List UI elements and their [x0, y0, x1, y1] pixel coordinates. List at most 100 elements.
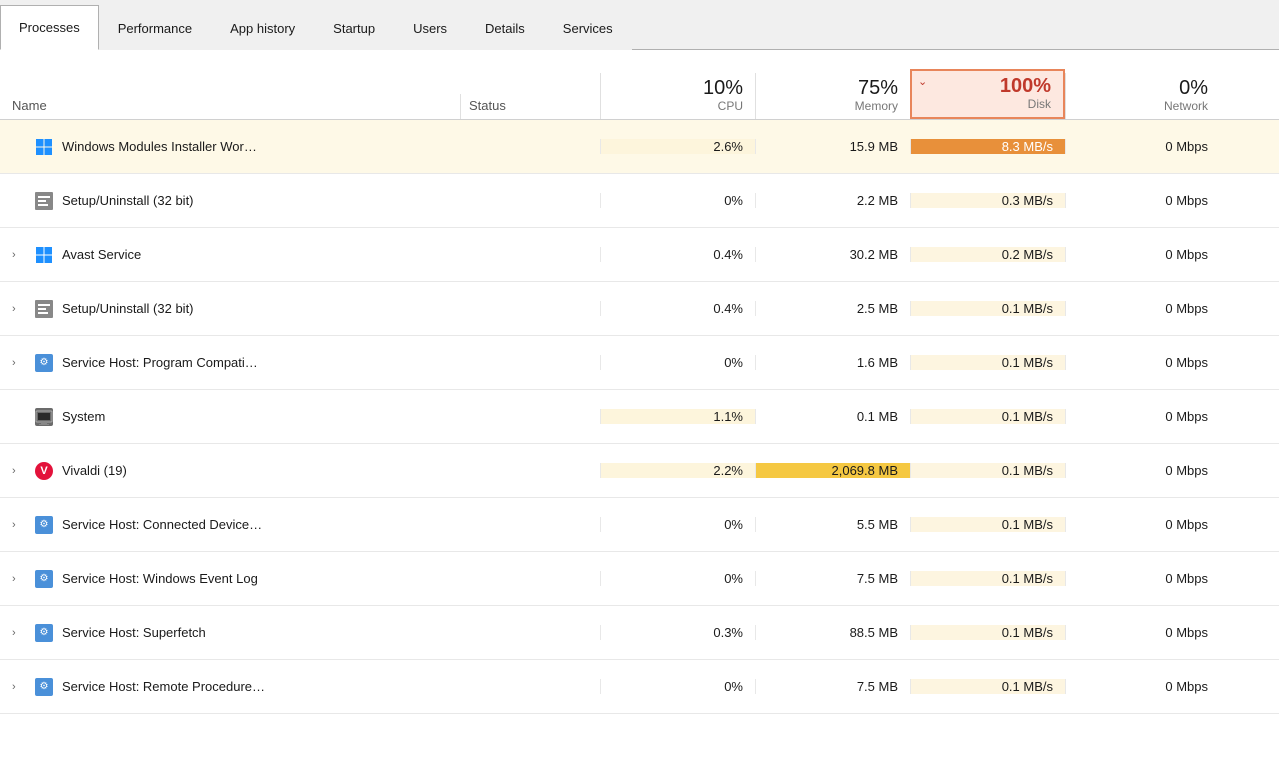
- cell-memory: 88.5 MB: [755, 625, 910, 640]
- table-row[interactable]: › ⚙ Service Host: Superfetch 0.3% 88.5 M…: [0, 606, 1279, 660]
- cell-network: 0 Mbps: [1065, 139, 1220, 154]
- cell-cpu: 0%: [600, 571, 755, 586]
- process-name: Windows Modules Installer Wor…: [62, 139, 257, 154]
- process-name: System: [62, 409, 105, 424]
- expand-arrow[interactable]: ›: [12, 357, 26, 369]
- table-row[interactable]: Windows Modules Installer Wor… 2.6% 15.9…: [0, 120, 1279, 174]
- gear-icon: ⚙: [35, 624, 53, 642]
- cell-cpu: 0%: [600, 517, 755, 532]
- table-row[interactable]: › ⚙ Service Host: Remote Procedure… 0% 7…: [0, 660, 1279, 714]
- cell-cpu: 0%: [600, 679, 755, 694]
- cell-network: 0 Mbps: [1065, 247, 1220, 262]
- process-icon: ⚙: [34, 353, 54, 373]
- tab-startup[interactable]: Startup: [314, 5, 394, 50]
- cell-cpu: 2.6%: [600, 139, 755, 154]
- expand-arrow[interactable]: ›: [12, 519, 26, 531]
- cell-network: 0 Mbps: [1065, 301, 1220, 316]
- cell-name: › ⚙ Service Host: Remote Procedure…: [0, 677, 460, 697]
- cell-disk: 0.1 MB/s: [910, 517, 1065, 532]
- cell-name: System: [0, 407, 460, 427]
- process-icon: ⚙: [34, 569, 54, 589]
- tab-details[interactable]: Details: [466, 5, 544, 50]
- table-row[interactable]: › Setup/Uninstall (32 bit) 0.4% 2.5 MB 0…: [0, 282, 1279, 336]
- table-row[interactable]: › ⚙ Service Host: Program Compati… 0% 1.…: [0, 336, 1279, 390]
- process-icon: [34, 245, 54, 265]
- cell-cpu: 0.4%: [600, 247, 755, 262]
- tab-performance[interactable]: Performance: [99, 5, 211, 50]
- cell-network: 0 Mbps: [1065, 571, 1220, 586]
- table-row[interactable]: › Avast Service 0.4% 30.2 MB 0.2 MB/s 0 …: [0, 228, 1279, 282]
- expand-arrow[interactable]: ›: [12, 681, 26, 693]
- sort-arrow-icon: ⌄: [918, 75, 927, 88]
- cell-cpu: 0%: [600, 355, 755, 370]
- cell-network: 0 Mbps: [1065, 409, 1220, 424]
- cell-cpu: 0.4%: [600, 301, 755, 316]
- cell-memory: 7.5 MB: [755, 571, 910, 586]
- cell-name: Windows Modules Installer Wor…: [0, 137, 460, 157]
- cell-memory: 15.9 MB: [755, 139, 910, 154]
- expand-arrow[interactable]: ›: [12, 627, 26, 639]
- setup-icon: [35, 300, 53, 318]
- cell-memory: 7.5 MB: [755, 679, 910, 694]
- gear-icon: ⚙: [35, 570, 53, 588]
- process-icon: [34, 407, 54, 427]
- table-row[interactable]: System 1.1% 0.1 MB 0.1 MB/s 0 Mbps: [0, 390, 1279, 444]
- table-row[interactable]: › ⚙ Service Host: Windows Event Log 0% 7…: [0, 552, 1279, 606]
- col-header-cpu[interactable]: 10% CPU: [600, 73, 755, 119]
- process-name: Service Host: Connected Device…: [62, 517, 262, 532]
- cell-name: › V Vivaldi (19): [0, 461, 460, 481]
- cell-disk: 0.1 MB/s: [910, 679, 1065, 694]
- process-icon: [34, 137, 54, 157]
- cell-disk: 8.3 MB/s: [910, 139, 1065, 154]
- cell-memory: 30.2 MB: [755, 247, 910, 262]
- process-name: Service Host: Windows Event Log: [62, 571, 258, 586]
- cell-memory: 5.5 MB: [755, 517, 910, 532]
- process-name: Vivaldi (19): [62, 463, 127, 478]
- col-header-memory[interactable]: 75% Memory: [755, 73, 910, 119]
- table-row[interactable]: › V Vivaldi (19) 2.2% 2,069.8 MB 0.1 MB/…: [0, 444, 1279, 498]
- gear-icon: ⚙: [35, 354, 53, 372]
- cell-name: › ⚙ Service Host: Windows Event Log: [0, 569, 460, 589]
- expand-arrow[interactable]: ›: [12, 465, 26, 477]
- cell-network: 0 Mbps: [1065, 625, 1220, 640]
- cell-cpu: 2.2%: [600, 463, 755, 478]
- vivaldi-icon: V: [35, 462, 53, 480]
- cell-disk: 0.1 MB/s: [910, 625, 1065, 640]
- cell-memory: 2,069.8 MB: [755, 463, 910, 478]
- col-header-network[interactable]: 0% Network: [1065, 73, 1220, 119]
- cell-name: › ⚙ Service Host: Program Compati…: [0, 353, 460, 373]
- cell-network: 0 Mbps: [1065, 517, 1220, 532]
- cell-cpu: 0.3%: [600, 625, 755, 640]
- cell-memory: 2.2 MB: [755, 193, 910, 208]
- process-icon: ⚙: [34, 677, 54, 697]
- cell-network: 0 Mbps: [1065, 679, 1220, 694]
- tab-app-history[interactable]: App history: [211, 5, 314, 50]
- cell-memory: 1.6 MB: [755, 355, 910, 370]
- cell-memory: 2.5 MB: [755, 301, 910, 316]
- process-name: Setup/Uninstall (32 bit): [62, 193, 194, 208]
- cell-network: 0 Mbps: [1065, 463, 1220, 478]
- process-name: Service Host: Superfetch: [62, 625, 206, 640]
- expand-arrow[interactable]: ›: [12, 249, 26, 261]
- col-header-disk[interactable]: ⌄ 100% Disk: [910, 69, 1065, 119]
- process-icon: V: [34, 461, 54, 481]
- windows-icon: [35, 138, 53, 156]
- tab-services[interactable]: Services: [544, 5, 632, 50]
- tab-users[interactable]: Users: [394, 5, 466, 50]
- cell-disk: 0.2 MB/s: [910, 247, 1065, 262]
- cell-memory: 0.1 MB: [755, 409, 910, 424]
- expand-arrow[interactable]: ›: [12, 303, 26, 315]
- process-icon: ⚙: [34, 515, 54, 535]
- cell-disk: 0.1 MB/s: [910, 301, 1065, 316]
- cell-name: › ⚙ Service Host: Connected Device…: [0, 515, 460, 535]
- process-name: Setup/Uninstall (32 bit): [62, 301, 194, 316]
- col-header-name[interactable]: Name: [0, 94, 460, 119]
- cell-name: › ⚙ Service Host: Superfetch: [0, 623, 460, 643]
- col-header-status[interactable]: Status: [460, 94, 600, 119]
- table-row[interactable]: › ⚙ Service Host: Connected Device… 0% 5…: [0, 498, 1279, 552]
- tab-processes[interactable]: Processes: [0, 5, 99, 50]
- windows-icon: [35, 246, 53, 264]
- table-row[interactable]: Setup/Uninstall (32 bit) 0% 2.2 MB 0.3 M…: [0, 174, 1279, 228]
- process-icon: ⚙: [34, 623, 54, 643]
- expand-arrow[interactable]: ›: [12, 573, 26, 585]
